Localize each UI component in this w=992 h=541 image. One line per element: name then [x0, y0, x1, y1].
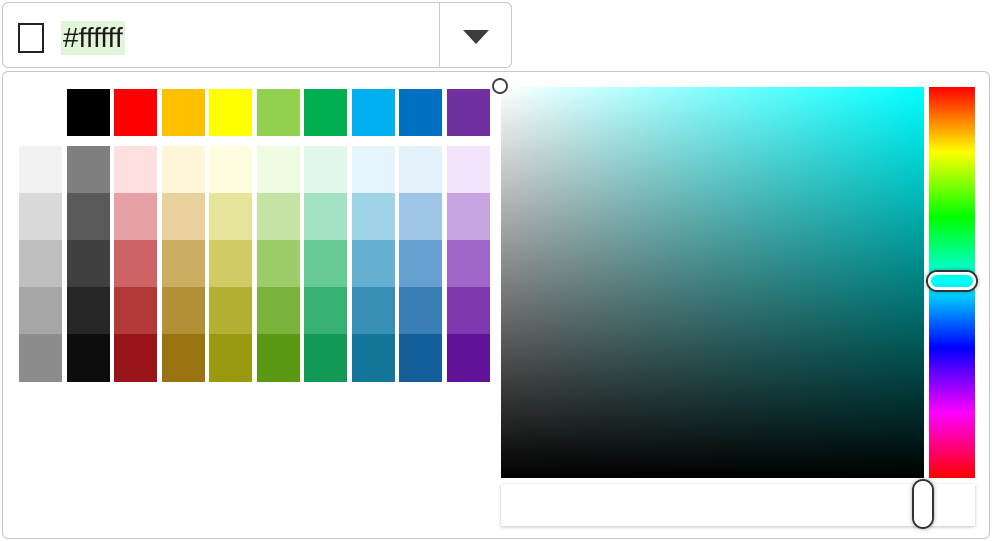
palette-swatch[interactable] [447, 89, 490, 136]
palette-swatch[interactable] [67, 89, 110, 136]
palette-shade-swatch[interactable] [304, 240, 347, 288]
palette-swatch[interactable] [257, 89, 300, 136]
palette-shade-swatch[interactable] [162, 240, 205, 288]
palette-shade-swatch[interactable] [447, 287, 490, 335]
color-input[interactable]: #ffffff [2, 2, 512, 68]
palette-shade-swatch[interactable] [67, 240, 110, 288]
palette-shade-swatch[interactable] [114, 146, 157, 194]
palette-shade-swatch[interactable] [399, 193, 442, 241]
palette-shade-swatch[interactable] [304, 334, 347, 382]
palette-shade-swatch[interactable] [114, 240, 157, 288]
hex-value-text[interactable]: #ffffff [61, 21, 125, 55]
alpha-slider-handle[interactable] [914, 481, 932, 527]
palette-swatch[interactable] [399, 89, 442, 136]
palette-shade-swatch[interactable] [209, 240, 252, 288]
palette-shade-swatch[interactable] [399, 287, 442, 335]
palette-shade-swatch[interactable] [257, 287, 300, 335]
palette-shade-swatch[interactable] [209, 334, 252, 382]
palette-swatch[interactable] [114, 89, 157, 136]
palette-swatch[interactable] [209, 89, 252, 136]
palette-shade-swatch[interactable] [257, 240, 300, 288]
palette-shade-swatch[interactable] [19, 287, 62, 335]
dropdown-toggle-button[interactable] [440, 3, 511, 67]
palette-shade-swatch[interactable] [304, 146, 347, 194]
caret-down-icon [462, 30, 489, 44]
palette-shade-swatch[interactable] [257, 334, 300, 382]
palette-shade-swatch[interactable] [304, 287, 347, 335]
palette-shade-swatch[interactable] [67, 146, 110, 194]
palette-shade-swatch[interactable] [114, 287, 157, 335]
palette-shade-swatch[interactable] [114, 193, 157, 241]
palette-swatch[interactable] [19, 89, 62, 136]
palette-shade-swatch[interactable] [209, 146, 252, 194]
hue-slider-handle[interactable] [928, 272, 976, 290]
palette-shade-swatch[interactable] [352, 334, 395, 382]
palette-shade-swatch[interactable] [304, 193, 347, 241]
palette-shade-swatch[interactable] [257, 146, 300, 194]
palette-swatch[interactable] [162, 89, 205, 136]
palette-shade-swatch[interactable] [399, 146, 442, 194]
palette-shade-swatch[interactable] [447, 334, 490, 382]
palette-shade-swatch[interactable] [352, 146, 395, 194]
palette-shade-swatch[interactable] [399, 334, 442, 382]
palette-shade-swatch[interactable] [114, 334, 157, 382]
palette-shade-swatch[interactable] [19, 193, 62, 241]
palette-shade-swatch[interactable] [352, 193, 395, 241]
palette-shade-swatch[interactable] [67, 193, 110, 241]
saturation-brightness-area[interactable] [501, 87, 924, 478]
palette-shade-swatch[interactable] [209, 287, 252, 335]
palette-shade-swatch[interactable] [162, 146, 205, 194]
palette-shade-swatch[interactable] [447, 193, 490, 241]
palette-shade-swatch[interactable] [209, 193, 252, 241]
palette-shade-swatch[interactable] [257, 193, 300, 241]
palette-shade-swatch[interactable] [67, 334, 110, 382]
palette-shade-swatch[interactable] [352, 287, 395, 335]
alpha-slider[interactable] [501, 484, 975, 526]
saturation-brightness-handle[interactable] [492, 78, 508, 94]
palette-shade-swatch[interactable] [447, 146, 490, 194]
palette-shade-swatch[interactable] [399, 240, 442, 288]
palette-shade-swatch[interactable] [162, 287, 205, 335]
palette-shade-swatch[interactable] [162, 334, 205, 382]
color-preview-swatch [18, 23, 44, 53]
palette-shade-swatch[interactable] [67, 287, 110, 335]
palette-shade-swatch[interactable] [447, 240, 490, 288]
palette-shade-swatch[interactable] [19, 240, 62, 288]
palette-shade-swatch[interactable] [162, 193, 205, 241]
palette-shade-swatch[interactable] [19, 334, 62, 382]
palette-swatch[interactable] [352, 89, 395, 136]
palette-swatch[interactable] [304, 89, 347, 136]
palette-shade-swatch[interactable] [352, 240, 395, 288]
palette-shade-swatch[interactable] [19, 146, 62, 194]
